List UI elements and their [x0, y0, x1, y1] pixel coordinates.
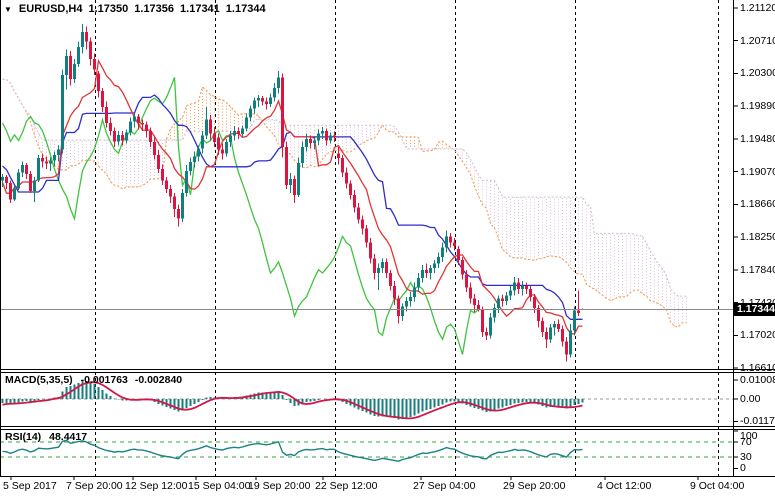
mt4-chart-window: ▼ EURUSD,H4 1.17350 1.17356 1.17341 1.17… [0, 0, 775, 498]
symbol-dropdown-icon[interactable]: ▼ [4, 5, 12, 14]
current-price-box: 1.17344 [734, 303, 775, 316]
rsi-axis-label: 0 [740, 462, 746, 474]
time-axis-label: 19 Sep 20:00 [248, 480, 310, 492]
rsi-axis-label: 70 [740, 436, 752, 448]
symbol-timeframe-label: EURUSD,H4 [19, 3, 83, 15]
symbol-ohlc-header: ▼ EURUSD,H4 1.17350 1.17356 1.17341 1.17… [4, 3, 266, 15]
price-axis-label: 1.20300 [740, 67, 775, 79]
macd-indicator-label: MACD(5,35,5) -0.001763 -0.002840 [5, 374, 182, 386]
ohlc-close: 1.17344 [226, 3, 266, 15]
rsi-value: 48.4417 [49, 431, 87, 443]
macd-title: MACD(5,35,5) [5, 374, 73, 386]
time-axis-label: 9 Oct 04:00 [690, 480, 744, 492]
time-axis-label: 27 Sep 04:00 [413, 480, 475, 492]
time-axis-label: 22 Sep 12:00 [315, 480, 377, 492]
time-axis-label: 5 Sep 2017 [3, 480, 57, 492]
rsi-title: RSI(14) [5, 431, 41, 443]
ohlc-low: 1.17341 [180, 3, 220, 15]
time-axis-label: 15 Sep 04:00 [188, 480, 250, 492]
ohlc-open: 1.17350 [89, 3, 129, 15]
time-axis-label: 7 Sep 20:00 [66, 480, 123, 492]
ohlc-high: 1.17356 [134, 3, 174, 15]
rsi-indicator-label: RSI(14) 48.4417 [5, 431, 87, 443]
time-axis-label: 12 Sep 12:00 [125, 480, 187, 492]
macd-signal-value: -0.002840 [135, 374, 182, 386]
price-axis-label: 1.18660 [740, 198, 775, 210]
price-axis-label: 1.18250 [740, 231, 775, 243]
price-axis-label: 1.19890 [740, 100, 775, 112]
price-axis-label: 1.16610 [740, 362, 775, 374]
price-axis-label: 1.17840 [740, 264, 775, 276]
price-axis-label: 1.21120 [740, 2, 775, 14]
chart-canvas[interactable] [0, 0, 775, 498]
time-axis-label: 4 Oct 12:00 [597, 480, 651, 492]
time-axis-label: 29 Sep 20:00 [503, 480, 565, 492]
macd-axis-label: -0.011747 [740, 415, 775, 427]
price-axis-label: 1.19480 [740, 133, 775, 145]
macd-main-value: -0.001763 [81, 374, 128, 386]
price-axis-label: 1.17020 [740, 329, 775, 341]
macd-axis-label: 0.00 [740, 393, 760, 405]
price-axis-label: 1.19070 [740, 166, 775, 178]
price-axis-label: 1.20710 [740, 35, 775, 47]
macd-axis-label: 0.010086 [740, 374, 775, 386]
